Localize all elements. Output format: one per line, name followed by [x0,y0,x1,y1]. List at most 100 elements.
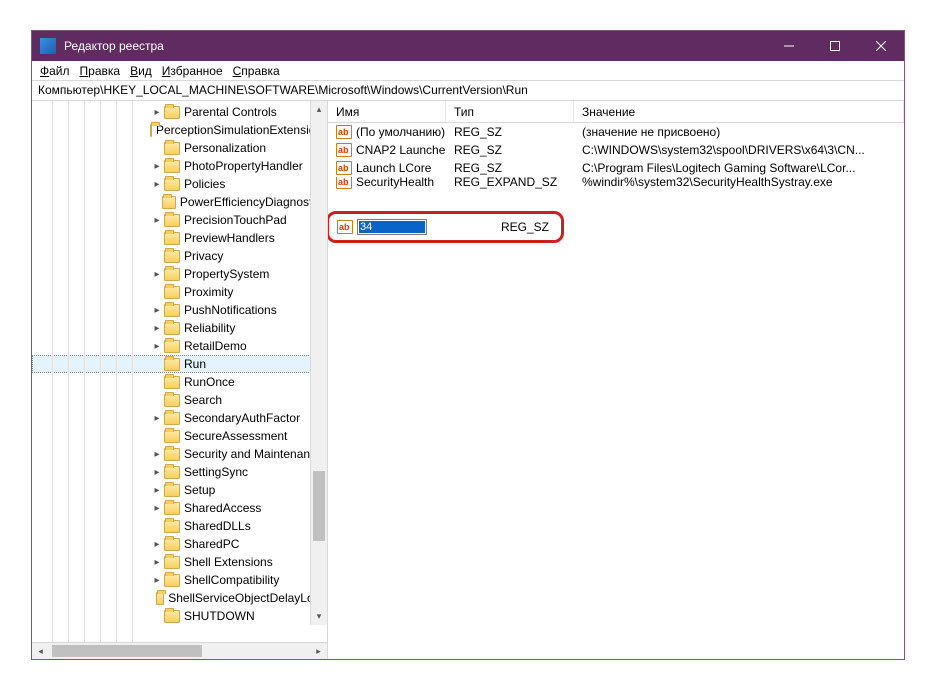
expand-toggle-icon[interactable] [150,485,164,496]
folder-icon [164,340,180,353]
tree-item[interactable]: SharedAccess [32,499,327,517]
tree-item[interactable]: PerceptionSimulationExtensions [32,121,327,139]
scroll-down-button[interactable]: ▾ [311,608,327,625]
tree-item[interactable]: Security and Maintenance [32,445,327,463]
tree-item[interactable]: Personalization [32,139,327,157]
tree-item[interactable]: ShellServiceObjectDelayLoad [32,589,327,607]
scroll-up-button[interactable]: ▴ [311,101,327,118]
tree-item[interactable]: Setup [32,481,327,499]
folder-icon [164,178,180,191]
folder-icon [150,124,152,137]
tree-item[interactable]: Shell Extensions [32,553,327,571]
menu-favorites[interactable]: Избранное [162,64,223,78]
new-value-name-input[interactable]: 34 [357,219,427,235]
tree-item[interactable]: SettingSync [32,463,327,481]
folder-icon [164,502,180,515]
tree-item[interactable]: Run [32,355,327,373]
menu-help[interactable]: Справка [233,64,280,78]
tree-item[interactable]: PropertySystem [32,265,327,283]
string-value-icon [336,177,352,189]
tree-item[interactable]: PreviewHandlers [32,229,327,247]
tree-item[interactable]: Parental Controls [32,103,327,121]
tree-item[interactable]: PhotoPropertyHandler [32,157,327,175]
header-type[interactable]: Тип [446,101,574,122]
tree-item[interactable]: Reliability [32,319,327,337]
tree-item-label: SharedAccess [184,501,261,515]
value-row[interactable]: CNAP2 LauncherREG_SZC:\WINDOWS\system32\… [328,141,904,159]
tree-horizontal-scrollbar[interactable]: ◂ ▸ [32,642,327,659]
tree-item-label: Shell Extensions [184,555,273,569]
folder-icon [164,268,180,281]
tree-item-label: PerceptionSimulationExtensions [156,123,327,137]
string-value-icon [336,143,352,157]
menu-edit[interactable]: Правка [80,64,121,78]
expand-toggle-icon[interactable] [150,305,164,316]
tree-item[interactable]: PowerEfficiencyDiagnostics [32,193,327,211]
header-data[interactable]: Значение [574,101,904,122]
tree-item[interactable]: SharedPC [32,535,327,553]
tree[interactable]: Parental Controls PerceptionSimulationExt… [32,101,327,627]
header-name[interactable]: Имя [328,101,446,122]
expand-toggle-icon[interactable] [150,503,164,514]
expand-toggle-icon[interactable] [150,215,164,226]
scroll-left-button[interactable]: ◂ [32,643,49,659]
tree-item-label: Setup [184,483,215,497]
folder-icon [164,376,180,389]
tree-item[interactable]: RetailDemo [32,337,327,355]
folder-icon [164,142,180,155]
tree-item-label: PowerEfficiencyDiagnostics [180,195,327,209]
tree-vertical-scrollbar[interactable]: ▴ ▾ [310,101,327,625]
value-row[interactable]: (По умолчанию)REG_SZ(значение не присвое… [328,123,904,141]
expand-toggle-icon[interactable] [150,341,164,352]
tree-item[interactable]: Proximity [32,283,327,301]
value-data: C:\Program Files\Logitech Gaming Softwar… [574,161,904,175]
value-type: REG_SZ [446,143,574,157]
registry-editor-window: Редактор реестра Файл Правка [31,30,905,660]
folder-icon [164,232,180,245]
expand-toggle-icon[interactable] [150,467,164,478]
folder-icon [164,214,180,227]
expand-toggle-icon[interactable] [150,575,164,586]
tree-item[interactable]: SHUTDOWN [32,607,327,625]
tree-item[interactable]: RunOnce [32,373,327,391]
tree-item[interactable]: PrecisionTouchPad [32,211,327,229]
value-data: %windir%\system32\SecurityHealthSystray.… [574,177,904,189]
tree-item[interactable]: SecondaryAuthFactor [32,409,327,427]
tree-item[interactable]: PushNotifications [32,301,327,319]
value-name: SecurityHealth [356,177,434,189]
minimize-button[interactable] [766,31,812,61]
tree-item-label: Privacy [184,249,223,263]
tree-item[interactable]: Privacy [32,247,327,265]
value-type: REG_SZ [446,125,574,139]
menu-file[interactable]: Файл [40,64,70,78]
expand-toggle-icon[interactable] [150,449,164,460]
folder-icon [164,394,180,407]
new-value-row[interactable]: 34 REG_SZ [331,218,559,236]
hscroll-thumb[interactable] [52,645,202,657]
value-row[interactable]: Launch LCoreREG_SZC:\Program Files\Logit… [328,159,904,177]
tree-item-label: Run [184,357,206,371]
tree-item[interactable]: SharedDLLs [32,517,327,535]
menu-view[interactable]: Вид [130,64,152,78]
expand-toggle-icon[interactable] [150,557,164,568]
titlebar[interactable]: Редактор реестра [32,31,904,61]
close-button[interactable] [858,31,904,61]
scroll-thumb[interactable] [313,471,325,541]
expand-toggle-icon[interactable] [150,179,164,190]
value-row[interactable]: SecurityHealthREG_EXPAND_SZ%windir%\syst… [328,177,904,189]
expand-toggle-icon[interactable] [150,413,164,424]
tree-item[interactable]: Search [32,391,327,409]
expand-toggle-icon[interactable] [150,161,164,172]
maximize-button[interactable] [812,31,858,61]
expand-toggle-icon[interactable] [150,107,164,118]
tree-item[interactable]: SecureAssessment [32,427,327,445]
tree-item[interactable]: ShellCompatibility [32,571,327,589]
folder-icon [164,520,180,533]
expand-toggle-icon[interactable] [150,323,164,334]
tree-item[interactable]: Policies [32,175,327,193]
tree-item-label: SecureAssessment [184,429,287,443]
expand-toggle-icon[interactable] [150,539,164,550]
expand-toggle-icon[interactable] [150,269,164,280]
scroll-right-button[interactable]: ▸ [310,643,327,659]
address-bar[interactable]: Компьютер\HKEY_LOCAL_MACHINE\SOFTWARE\Mi… [32,81,904,101]
